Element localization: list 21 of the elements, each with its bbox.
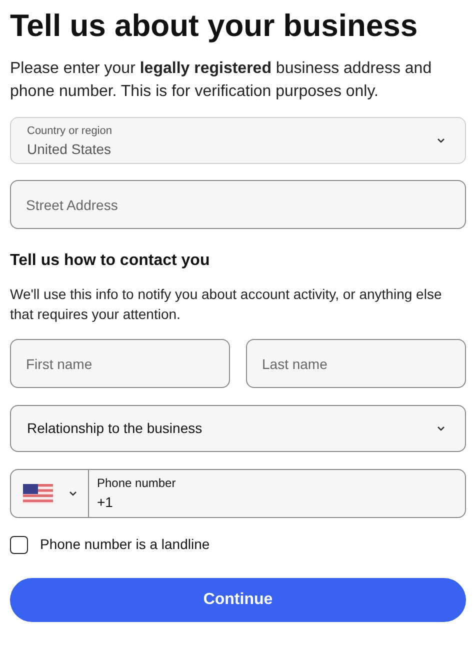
chevron-down-icon bbox=[437, 138, 445, 143]
landline-label: Phone number is a landline bbox=[40, 535, 210, 554]
last-name-field[interactable]: Last name bbox=[246, 339, 466, 388]
first-name-field[interactable]: First name bbox=[10, 339, 230, 388]
street-address-field[interactable]: Street Address bbox=[10, 180, 466, 229]
phone-field[interactable]: Phone number +1 bbox=[10, 469, 466, 518]
intro-text: Please enter your legally registered business address and phone number. This is for verification purposes only. bbox=[10, 59, 433, 102]
phone-value: +1 bbox=[97, 493, 114, 511]
section-heading: Tell us how to contact you bbox=[10, 251, 211, 271]
phone-label: Phone number bbox=[97, 476, 176, 491]
chevron-down-icon bbox=[437, 426, 445, 431]
page-title: Tell us about your business bbox=[10, 8, 419, 44]
relationship-select[interactable]: Relationship to the business bbox=[10, 405, 466, 452]
flag-icon bbox=[23, 484, 53, 504]
continue-button[interactable]: Continue bbox=[10, 578, 466, 622]
landline-checkbox[interactable] bbox=[10, 536, 28, 554]
chevron-down-icon bbox=[69, 491, 77, 496]
relationship-value: Relationship to the business bbox=[27, 419, 204, 438]
contact-info-text: We'll use this info to notify you about account activity, or anything else that requires your attention. bbox=[10, 285, 443, 324]
country-label: Country or region bbox=[27, 124, 113, 138]
country-value: United States bbox=[27, 140, 112, 158]
